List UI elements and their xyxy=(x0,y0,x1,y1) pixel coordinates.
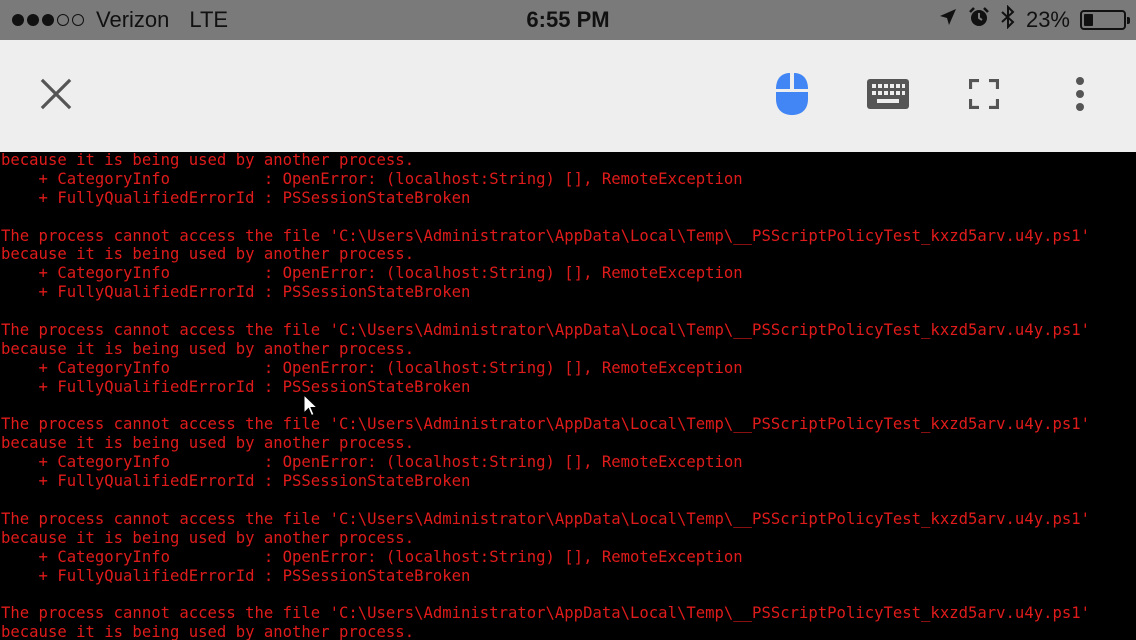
terminal-line: + CategoryInfo : OpenError: (localhost:S… xyxy=(1,169,743,188)
network-type: LTE xyxy=(189,7,229,32)
mouse-icon xyxy=(774,71,810,122)
terminal-line: The process cannot access the file 'C:\U… xyxy=(1,226,1091,245)
keyboard-button[interactable] xyxy=(848,40,928,152)
bluetooth-icon xyxy=(1000,4,1016,35)
status-right: 23% xyxy=(938,0,1130,40)
battery-fill xyxy=(1084,14,1093,26)
fullscreen-icon xyxy=(968,78,1000,114)
battery-percent: 23% xyxy=(1025,7,1070,32)
terminal-line: The process cannot access the file 'C:\U… xyxy=(1,415,1091,434)
terminal-line: + FullyQualifiedErrorId : PSSessionState… xyxy=(1,566,471,585)
more-options-button[interactable] xyxy=(1040,40,1120,152)
battery-nub xyxy=(1127,17,1130,24)
signal-dot xyxy=(42,14,54,26)
keyboard-icon xyxy=(867,78,909,114)
fullscreen-button[interactable] xyxy=(944,40,1024,152)
signal-dot xyxy=(72,14,84,26)
terminal-line: The process cannot access the file 'C:\U… xyxy=(1,321,1091,340)
terminal-line: The process cannot access the file 'C:\U… xyxy=(1,604,1091,623)
terminal-lines: because it is being used by another proc… xyxy=(1,152,1090,640)
terminal-line: + CategoryInfo : OpenError: (localhost:S… xyxy=(1,264,743,283)
carrier-name: Verizon xyxy=(96,7,170,32)
terminal-line: + CategoryInfo : OpenError: (localhost:S… xyxy=(1,453,743,472)
mouse-mode-button[interactable] xyxy=(752,40,832,152)
terminal-line: + FullyQualifiedErrorId : PSSessionState… xyxy=(1,283,471,302)
location-arrow-icon xyxy=(938,7,958,33)
terminal-line: The process cannot access the file 'C:\U… xyxy=(1,509,1091,528)
terminal-line: because it is being used by another proc… xyxy=(1,152,415,169)
terminal-line: + FullyQualifiedErrorId : PSSessionState… xyxy=(1,377,471,396)
alarm-clock-icon xyxy=(968,6,990,34)
terminal-line: because it is being used by another proc… xyxy=(1,528,415,547)
signal-dot xyxy=(12,14,24,26)
signal-strength-icon xyxy=(12,14,84,26)
terminal-line: because it is being used by another proc… xyxy=(1,623,415,640)
close-button[interactable] xyxy=(16,40,96,152)
more-vertical-icon xyxy=(1075,76,1085,116)
signal-dot xyxy=(27,14,39,26)
close-icon xyxy=(40,78,72,115)
remote-toolbar xyxy=(0,40,1136,152)
terminal-line: + CategoryInfo : OpenError: (localhost:S… xyxy=(1,358,743,377)
status-bar: Verizon LTE 6:55 PM 23% xyxy=(0,0,1136,40)
terminal-line: because it is being used by another proc… xyxy=(1,245,415,264)
status-left: Verizon LTE xyxy=(12,0,228,40)
terminal-line: because it is being used by another proc… xyxy=(1,434,415,453)
terminal-line: + FullyQualifiedErrorId : PSSessionState… xyxy=(1,188,471,207)
terminal-output[interactable]: because it is being used by another proc… xyxy=(0,152,1136,640)
terminal-line: + CategoryInfo : OpenError: (localhost:S… xyxy=(1,547,743,566)
signal-dot xyxy=(57,14,69,26)
terminal-line: + FullyQualifiedErrorId : PSSessionState… xyxy=(1,472,471,491)
terminal-line: because it is being used by another proc… xyxy=(1,339,415,358)
battery-icon xyxy=(1080,10,1130,30)
